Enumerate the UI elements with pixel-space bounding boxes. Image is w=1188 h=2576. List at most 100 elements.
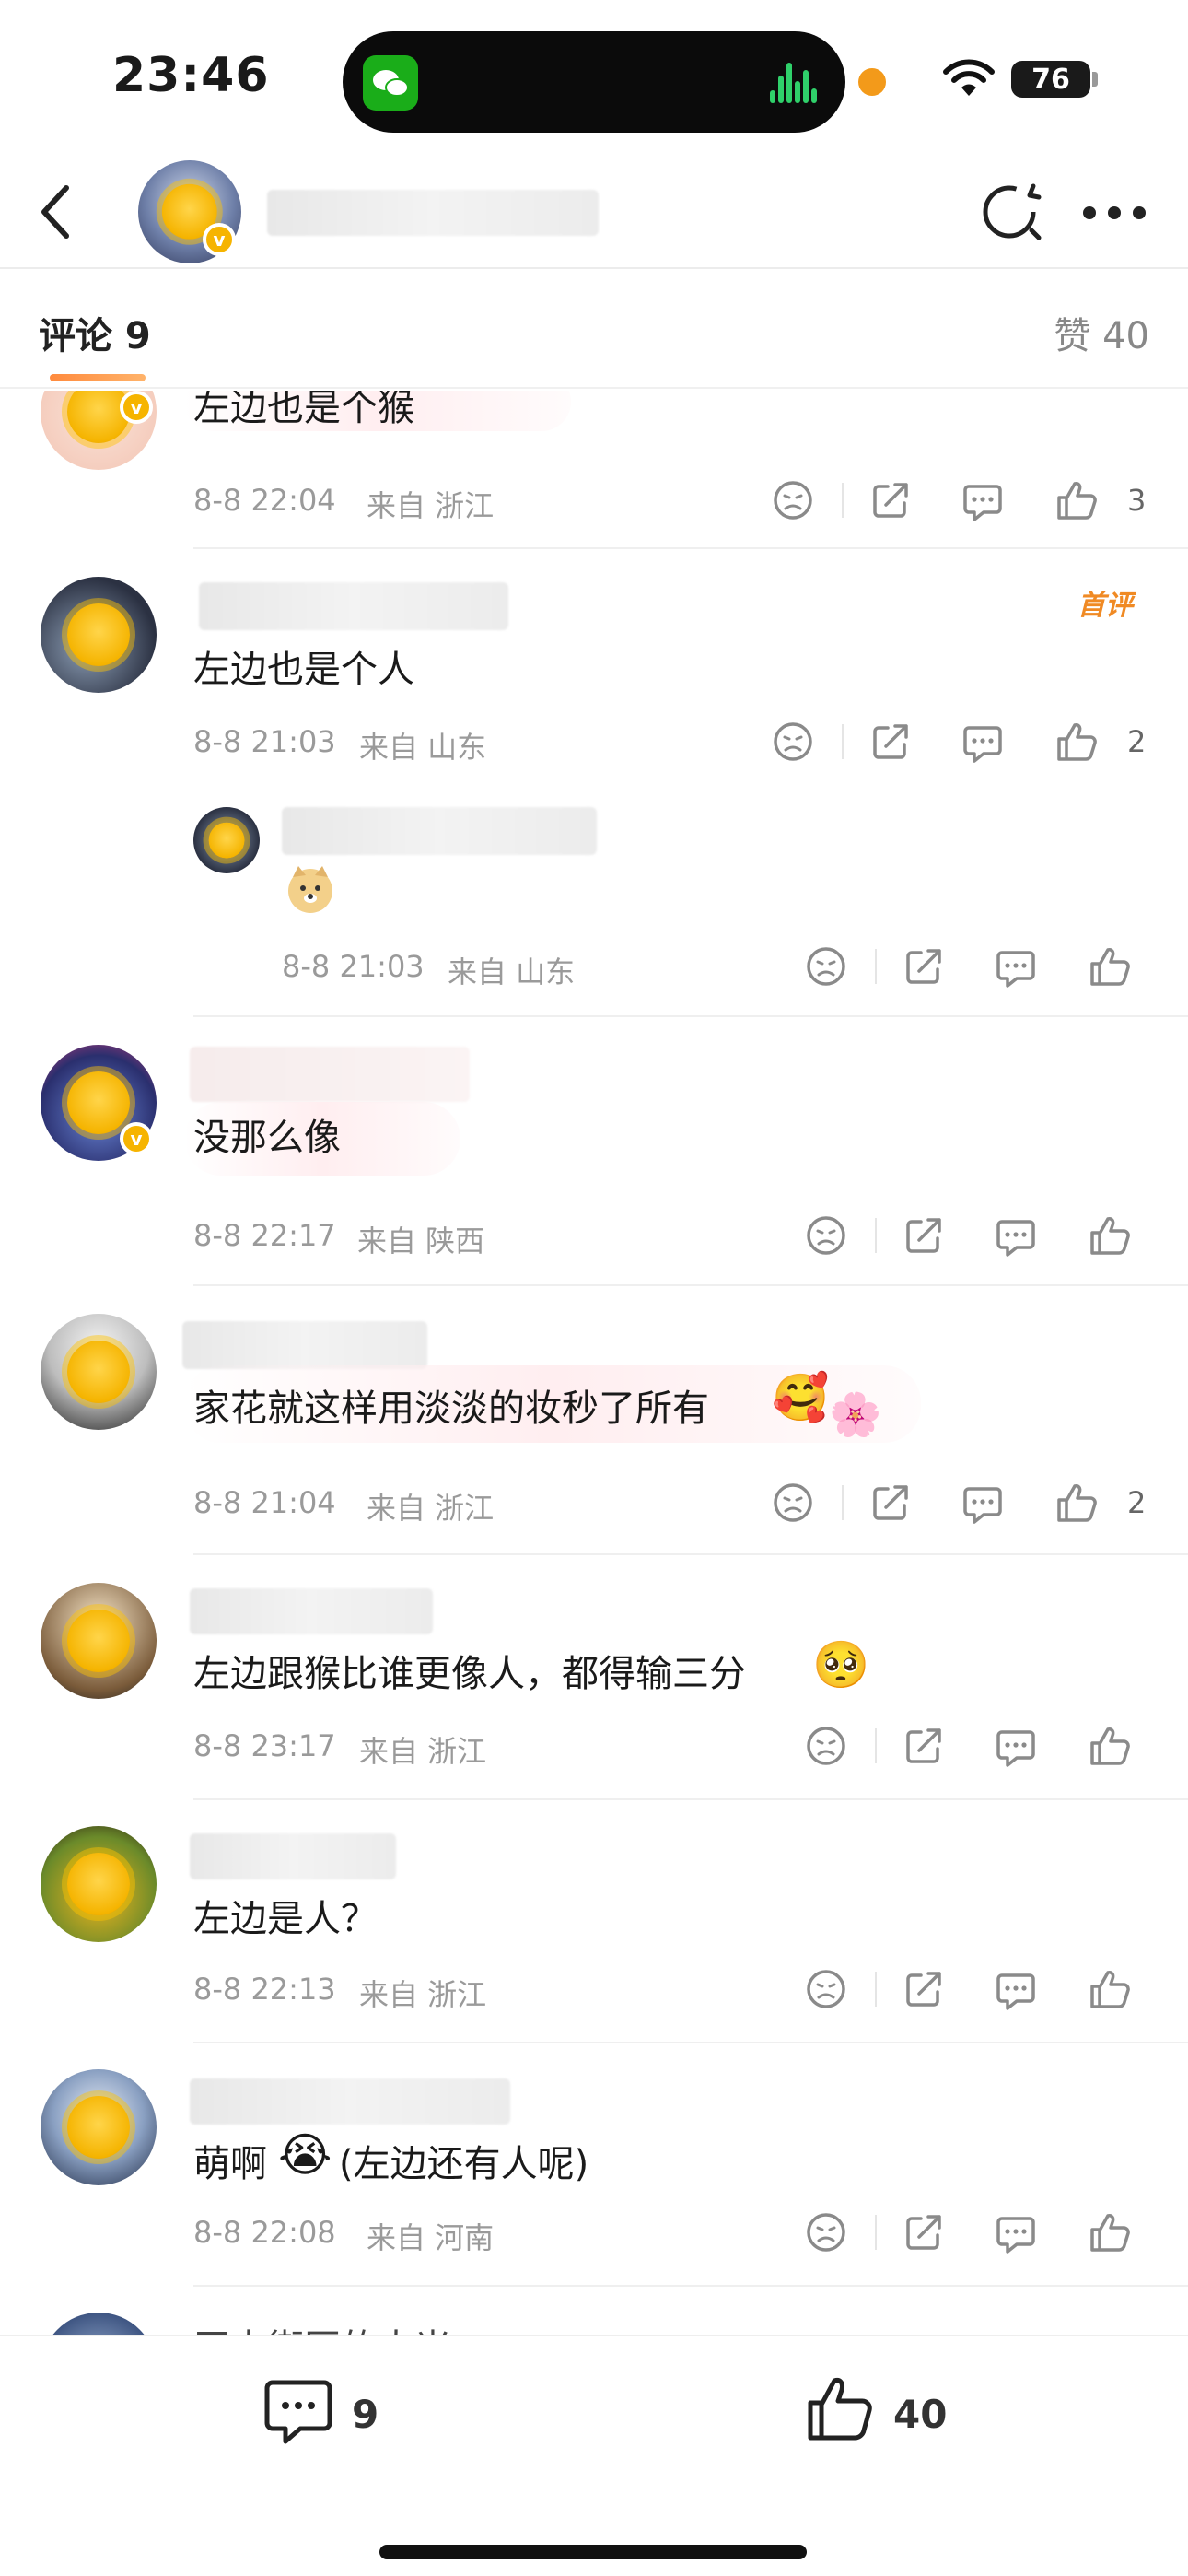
like-icon[interactable] bbox=[1089, 1214, 1131, 1257]
comment-meta-location: 来自 浙江 bbox=[367, 1491, 495, 1526]
reply-meta-time: 8-8 21:03 bbox=[282, 949, 425, 984]
reply-icon[interactable] bbox=[995, 1968, 1037, 2010]
like-count[interactable]: 40 bbox=[893, 2392, 947, 2437]
commenter-name[interactable] bbox=[190, 1588, 433, 1634]
sun-sticker-icon bbox=[208, 822, 245, 859]
like-icon[interactable] bbox=[1089, 1725, 1131, 1767]
blush-emoji-icon: 🥰 bbox=[772, 1371, 830, 1424]
audio-wave-icon bbox=[770, 63, 818, 103]
dynamic-island bbox=[343, 31, 845, 133]
share-icon[interactable] bbox=[903, 1214, 945, 1257]
comment-text: 左边跟猴比谁更像人，都得输三分 bbox=[193, 1653, 746, 1695]
tab-underline bbox=[50, 374, 146, 381]
dislike-icon[interactable] bbox=[772, 720, 814, 763]
sun-sticker-icon bbox=[66, 603, 131, 667]
reply-icon[interactable] bbox=[995, 1214, 1037, 1257]
comment-meta-time: 8-8 22:08 bbox=[193, 2215, 336, 2250]
dislike-icon[interactable] bbox=[805, 945, 847, 988]
avatar[interactable] bbox=[41, 577, 157, 693]
share-icon[interactable] bbox=[869, 1481, 912, 1524]
share-icon[interactable] bbox=[903, 1968, 945, 2010]
reply-icon[interactable] bbox=[961, 479, 1004, 521]
like-icon[interactable] bbox=[1055, 1481, 1098, 1524]
comment-meta-location: 来自 山东 bbox=[359, 730, 487, 765]
like-icon[interactable] bbox=[1055, 720, 1098, 763]
reply-avatar[interactable] bbox=[193, 807, 260, 873]
like-icon[interactable] bbox=[1055, 479, 1098, 521]
avatar[interactable] bbox=[41, 1314, 157, 1430]
commenter-name[interactable] bbox=[190, 1047, 470, 1102]
avatar[interactable] bbox=[41, 1583, 157, 1699]
tab-likes[interactable]: 赞 40 bbox=[1054, 306, 1149, 359]
divider bbox=[193, 2042, 1188, 2043]
tab-comments[interactable]: 评论 9 bbox=[39, 306, 151, 359]
comment-meta-time: 8-8 22:04 bbox=[193, 483, 336, 518]
reply-icon[interactable] bbox=[995, 2211, 1037, 2254]
action-separator bbox=[842, 1485, 844, 1520]
author-name[interactable] bbox=[267, 190, 599, 236]
comment-icon[interactable] bbox=[262, 2373, 335, 2447]
reply-commenter-name[interactable] bbox=[282, 807, 597, 855]
dislike-icon[interactable] bbox=[805, 1214, 847, 1257]
action-separator bbox=[875, 1728, 877, 1763]
comment-meta-location: 来自 浙江 bbox=[367, 488, 495, 523]
comment-list[interactable]: v 左边也是个猴 8-8 22:04 来自 浙江 首评 左边也是个人 8-8 2… bbox=[0, 391, 1188, 2335]
action-separator bbox=[875, 1218, 877, 1253]
dislike-icon[interactable] bbox=[805, 2211, 847, 2254]
comment-meta-time: 8-8 21:03 bbox=[193, 724, 336, 759]
pleading-emoji-icon: 🥺 bbox=[812, 1638, 870, 1692]
divider bbox=[193, 1798, 1188, 1800]
action-separator bbox=[875, 949, 877, 984]
wifi-icon bbox=[943, 59, 995, 96]
share-icon[interactable] bbox=[869, 720, 912, 763]
avatar[interactable] bbox=[41, 2313, 157, 2335]
status-time: 23:46 bbox=[112, 48, 270, 103]
comment-meta-time: 8-8 22:13 bbox=[193, 1972, 336, 2007]
divider bbox=[193, 2285, 1188, 2287]
like-count[interactable]: 3 bbox=[1127, 483, 1146, 518]
like-count[interactable]: 2 bbox=[1127, 1485, 1146, 1520]
comment-text: 左边也是个人 bbox=[193, 649, 414, 691]
comment-text: 玉太街区的大米 bbox=[193, 2318, 451, 2335]
dislike-icon[interactable] bbox=[805, 1968, 847, 2010]
reply-icon[interactable] bbox=[995, 1725, 1037, 1767]
avatar[interactable] bbox=[41, 1826, 157, 1942]
comment-tabbar: 评论 9 赞 40 bbox=[0, 269, 1188, 389]
sun-sticker-icon bbox=[66, 1609, 131, 1673]
divider bbox=[193, 1284, 1188, 1286]
commenter-name[interactable] bbox=[199, 582, 508, 630]
more-icon[interactable] bbox=[1083, 205, 1147, 223]
commenter-name[interactable] bbox=[190, 2078, 510, 2125]
action-separator bbox=[875, 2215, 877, 2250]
avatar[interactable] bbox=[41, 2069, 157, 2185]
comment-meta-location: 来自 陕西 bbox=[357, 1224, 485, 1259]
action-separator bbox=[875, 1972, 877, 2007]
share-icon[interactable] bbox=[903, 2211, 945, 2254]
commenter-name[interactable] bbox=[182, 1321, 427, 1369]
divider bbox=[193, 1553, 1188, 1555]
dislike-icon[interactable] bbox=[772, 479, 814, 521]
share-icon[interactable] bbox=[869, 479, 912, 521]
verified-icon: v bbox=[120, 391, 153, 424]
commenter-name[interactable] bbox=[190, 1833, 396, 1879]
header: v bbox=[0, 157, 1188, 269]
refresh-icon[interactable] bbox=[978, 177, 1044, 243]
comment-text: 萌啊 bbox=[193, 2143, 267, 2185]
reply-icon[interactable] bbox=[995, 945, 1037, 988]
like-icon[interactable] bbox=[1089, 2211, 1131, 2254]
share-icon[interactable] bbox=[903, 945, 945, 988]
battery-level: 76 bbox=[1011, 61, 1090, 98]
comment-meta-location: 来自 河南 bbox=[367, 2220, 495, 2255]
back-icon[interactable] bbox=[29, 177, 85, 247]
comment-count[interactable]: 9 bbox=[352, 2392, 379, 2437]
comment-text-continued: (左边还有人呢) bbox=[339, 2143, 589, 2185]
reply-icon[interactable] bbox=[961, 720, 1004, 763]
like-icon[interactable] bbox=[1089, 945, 1131, 988]
like-count[interactable]: 2 bbox=[1127, 724, 1146, 759]
share-icon[interactable] bbox=[903, 1725, 945, 1767]
dislike-icon[interactable] bbox=[805, 1725, 847, 1767]
reply-icon[interactable] bbox=[961, 1481, 1004, 1524]
like-icon[interactable] bbox=[1089, 1968, 1131, 2010]
dislike-icon[interactable] bbox=[772, 1481, 814, 1524]
thumbs-up-icon[interactable] bbox=[803, 2371, 877, 2445]
